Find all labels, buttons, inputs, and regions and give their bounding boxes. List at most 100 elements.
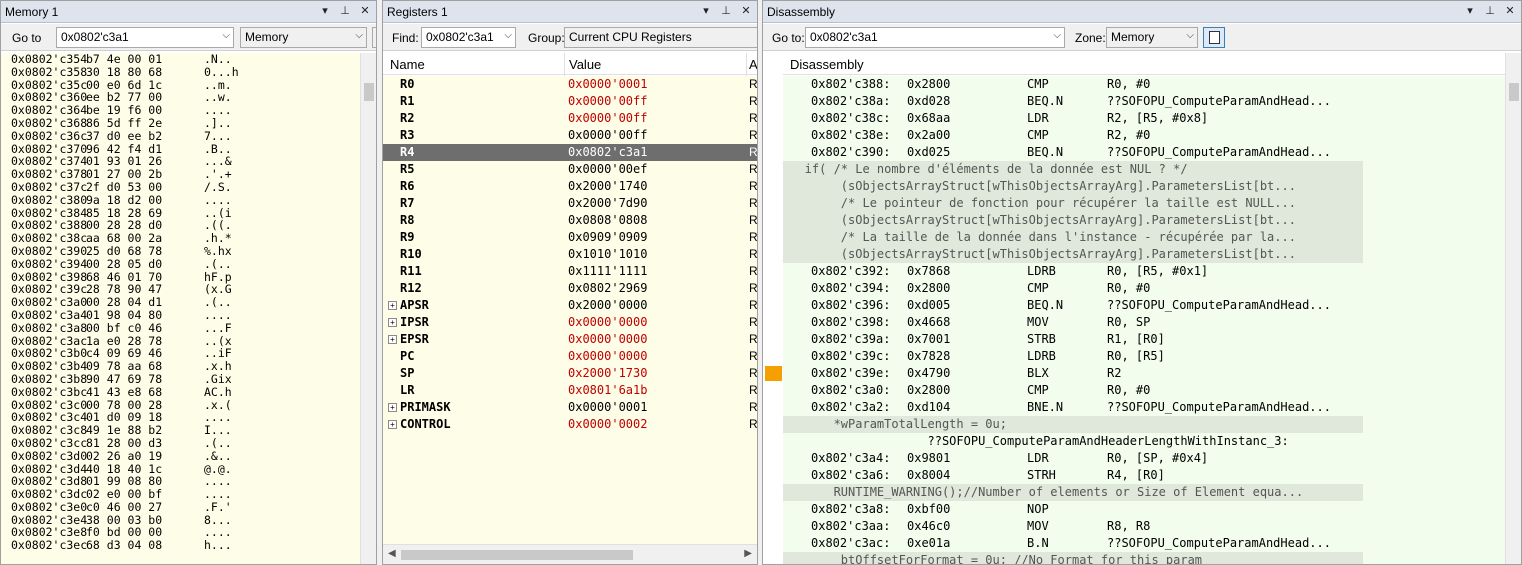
memory-zone-combo[interactable]: Memory ⌵ [240, 27, 367, 48]
register-row[interactable]: R12 0x0802'2969 R [383, 280, 757, 297]
disasm-instruction-row[interactable]: 0x802'c38e: 0x2a00 CMP R2, #0 [783, 127, 1505, 144]
expand-icon[interactable]: + [388, 301, 397, 310]
register-row[interactable]: R5 0x0000'00ef R [383, 161, 757, 178]
disassembly-listing[interactable]: 0x802'c388: 0x2800 CMP R0, #0 0x802'c38a: 0xd… [783, 76, 1505, 564]
disassembly-scrollbar[interactable] [1505, 53, 1521, 564]
disasm-instruction-row[interactable]: 0x802'c398: 0x4668 MOV R0, SP [783, 314, 1505, 331]
disasm-instruction-row[interactable]: 0x802'c390: 0xd025 BEQ.N ??SOFOPU_ComputePa… [783, 144, 1505, 161]
register-value[interactable]: 0x0909'0909 [568, 229, 647, 246]
memory-row[interactable]: 0x0802'c3809a 18 d2 00.... [1, 193, 361, 207]
disasm-instruction-row[interactable]: 0x802'c392: 0x7868 LDRB R0, [R5, #0x1] [783, 263, 1505, 280]
register-value[interactable]: 0x0000'00ff [568, 93, 647, 110]
expand-icon[interactable]: + [388, 318, 397, 327]
memory-row[interactable]: 0x0802'c35830 18 80 68 0...h [1, 65, 361, 79]
memory-bytes[interactable]: 02 26 a0 19 [86, 449, 204, 463]
memory-row[interactable]: 0x0802'c3b890 47 69 78 .Gix [1, 373, 361, 386]
register-row[interactable]: R0 0x0000'0001 R [383, 76, 757, 93]
disasm-instruction-row[interactable]: 0x802'c3aa: 0x46c0 MOV R8, R8 [783, 518, 1505, 535]
source-line-row[interactable]: btOffsetForFormat = 0u; //No Format for … [783, 552, 1363, 564]
register-row[interactable]: R7 0x2000'7d90 R [383, 195, 757, 212]
register-value[interactable]: 0x0000'0000 [568, 348, 647, 365]
memory-row[interactable]: 0x0802'c3bc41 43 e8 68 AC.h [1, 385, 361, 399]
scroll-right-icon[interactable]: ▶ [744, 548, 752, 559]
register-value[interactable]: 0x0000'00ff [568, 127, 647, 144]
memory-bytes[interactable]: 81 28 00 d3 [86, 437, 204, 450]
memory-bytes[interactable]: 86 5d ff 2e [86, 117, 204, 130]
memory-row[interactable]: 0x0802'c354b7 4e 00 01 .N.. [1, 53, 361, 66]
scrollbar-thumb[interactable] [401, 550, 633, 560]
disasm-zone-combo[interactable]: Memory ⌵ [1106, 27, 1198, 48]
register-value[interactable]: 0x2000'1730 [568, 365, 647, 382]
register-row[interactable]: R1 0x0000'00ff R [383, 93, 757, 110]
register-group-combo[interactable]: Current CPU Registers [564, 27, 757, 48]
disasm-instruction-row[interactable]: 0x802'c38c: 0x68aa LDR R2, [R5, #0x8] [783, 110, 1505, 127]
memory-row[interactable]: 0x0802'c36886 5d ff 2e.].. [1, 117, 361, 130]
close-icon[interactable]: ✕ [739, 4, 753, 18]
register-value[interactable]: 0x0000'0000 [568, 331, 647, 348]
disasm-instruction-row[interactable]: 0x802'c39c: 0x7828 LDRB R0, [R5] [783, 348, 1505, 365]
disasm-instruction-row[interactable]: 0x802'c3a6: 0x8004 STRH R4, [R0] [783, 467, 1505, 484]
memory-bytes[interactable]: 25 d0 68 78 [86, 245, 204, 258]
register-value[interactable]: 0x0000'0000 [568, 314, 647, 331]
column-name[interactable]: Name [390, 57, 425, 72]
register-value[interactable]: 0x1010'1010 [568, 246, 647, 263]
memory-goto-combo[interactable]: 0x0802'c3a1 ⌵ [56, 27, 234, 48]
memory-bytes[interactable]: 09 78 aa 68 [86, 360, 204, 373]
expand-icon[interactable]: + [388, 420, 397, 429]
register-row[interactable]: LR 0x0801'6a1b R [383, 382, 757, 399]
memory-row[interactable]: 0x0802'c3dc02 e0 00 bf.... [1, 488, 361, 501]
disasm-instruction-row[interactable]: 0x802'c3ac: 0xe01a B.N ??SOFOPU_ComputePara… [783, 535, 1505, 552]
register-row[interactable]: + IPSR 0x0000'0000 R [383, 314, 757, 331]
memory-row[interactable]: 0x0802'c39025 d0 68 78 %.hx [1, 245, 361, 258]
disasm-instruction-row[interactable]: 0x802'c39e: 0x4790 BLX R2 [783, 365, 1505, 382]
memory-row[interactable]: 0x0802'c3a800 bf c0 46 ...F [1, 321, 361, 335]
disasm-goto-combo[interactable]: 0x0802'c3a1 ⌵ [805, 27, 1065, 48]
disasm-instruction-row[interactable]: 0x802'c394: 0x2800 CMP R0, #0 [783, 280, 1505, 297]
disasm-instruction-row[interactable]: 0x802'c3a4: 0x9801 LDR R0, [SP, #0x4] [783, 450, 1505, 467]
memory-bytes[interactable]: 01 98 04 80 [86, 309, 204, 322]
memory-row[interactable]: 0x0802'c3a401 98 04 80.... [1, 309, 361, 322]
memory-contents[interactable]: 0x0802'c354b7 4e 00 01 .N.. 0x0802'c35830 … [1, 53, 361, 564]
disasm-instruction-row[interactable]: 0x802'c38a: 0xd028 BEQ.N ??SOFOPU_ComputePa… [783, 93, 1505, 110]
memory-row[interactable]: 0x0802'c3cc81 28 00 d3 .(.. [1, 437, 361, 450]
register-value[interactable]: 0x0000'0002 [568, 416, 647, 433]
memory-bytes[interactable]: 00 28 05 d0 [86, 257, 204, 271]
source-line-row[interactable]: *wParamTotalLength = 0u; [783, 416, 1363, 433]
register-row[interactable]: R8 0x0808'0808 R [383, 212, 757, 229]
memory-bytes[interactable]: c0 46 00 27 [86, 501, 204, 514]
scrollbar-thumb[interactable] [364, 83, 374, 101]
source-line-row[interactable]: (sObjectsArrayStruct[wThisObjectsArrayAr… [783, 212, 1363, 229]
register-value[interactable]: 0x0000'00ef [568, 161, 647, 178]
disasm-instruction-row[interactable]: 0x802'c396: 0xd005 BEQ.N ??SOFOPU_ComputePa… [783, 297, 1505, 314]
register-row[interactable]: + PRIMASK 0x0000'0001 R [383, 399, 757, 416]
register-row[interactable]: R11 0x1111'1111 R [383, 263, 757, 280]
label-row[interactable]: ??SOFOPU_ComputeParamAndHeaderLengthWith… [783, 433, 1505, 450]
memory-row[interactable]: 0x0802'c3c849 1e 88 b2 I... [1, 424, 361, 437]
column-value[interactable]: Value [569, 57, 601, 72]
memory-bytes[interactable]: 41 43 e8 68 [86, 385, 204, 399]
memory-row[interactable]: 0x0802'c37c2f d0 53 00/.S. [1, 181, 361, 194]
register-row[interactable]: R10 0x1010'1010 R [383, 246, 757, 263]
register-row[interactable]: PC 0x0000'0000 R [383, 348, 757, 365]
memory-bytes[interactable]: 37 d0 ee b2 [86, 129, 204, 143]
register-value[interactable]: 0x0000'0001 [568, 76, 647, 93]
current-statement-marker-icon[interactable] [765, 366, 782, 381]
memory-bytes[interactable]: 02 e0 00 bf [86, 488, 204, 501]
source-line-row[interactable]: RUNTIME_WARNING();//Number of elements o… [783, 484, 1363, 501]
memory-row[interactable]: 0x0802'c3b409 78 aa 68 .x.h [1, 360, 361, 373]
disasm-instruction-row[interactable]: 0x802'c3a2: 0xd104 BNE.N ??SOFOPU_ComputePa… [783, 399, 1505, 416]
memory-scrollbar[interactable] [360, 53, 376, 564]
register-value[interactable]: 0x2000'1740 [568, 178, 647, 195]
register-value[interactable]: 0x0000'0001 [568, 399, 647, 416]
register-value[interactable]: 0x2000'0000 [568, 297, 647, 314]
register-value[interactable]: 0x0802'c3a1 [568, 144, 647, 161]
source-line-row[interactable]: (sObjectsArrayStruct[wThisObjectsArrayAr… [783, 178, 1363, 195]
memory-bytes[interactable]: 68 d3 04 08 [86, 539, 204, 552]
pin-icon[interactable]: ⊥ [1483, 4, 1497, 18]
register-row[interactable]: R3 0x0000'00ff R [383, 127, 757, 144]
close-icon[interactable]: ✕ [358, 4, 372, 18]
memory-row[interactable]: 0x0802'c39400 28 05 d0 .(.. [1, 257, 361, 271]
document-icon[interactable] [1203, 27, 1225, 48]
register-find-combo[interactable]: 0x0802'c3a1 ⌵ [421, 27, 516, 48]
pin-icon[interactable]: ⊥ [719, 4, 733, 18]
